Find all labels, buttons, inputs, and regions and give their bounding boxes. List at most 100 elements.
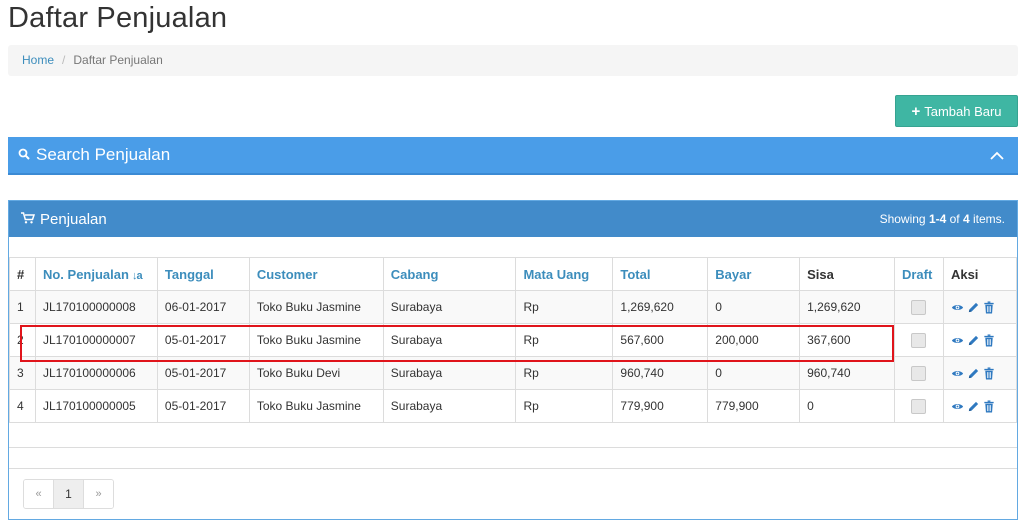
cell-total: 960,740 (612, 356, 709, 390)
delete-trash-icon[interactable] (983, 300, 996, 314)
cell-num: 3 (9, 356, 36, 390)
cell-total: 1,269,620 (612, 290, 709, 324)
cell-aksi (942, 323, 1018, 357)
cell-tanggal: 06-01-2017 (156, 290, 250, 324)
add-new-button[interactable]: + Tambah Baru (895, 95, 1018, 127)
draft-checkbox[interactable] (911, 398, 927, 414)
cell-draft (893, 356, 944, 390)
cell-cabang: Surabaya (382, 389, 517, 423)
pagination: « 1 » (23, 479, 114, 509)
draft-checkbox[interactable] (911, 299, 927, 315)
cell-mata-uang: Rp (515, 356, 614, 390)
cell-aksi (942, 290, 1018, 324)
sales-panel: Penjualan Showing 1-4 of 4 items. # No. … (8, 200, 1018, 520)
view-eye-icon[interactable] (951, 400, 964, 413)
edit-pencil-icon[interactable] (967, 334, 980, 347)
cell-bayar: 0 (707, 356, 801, 390)
add-new-label: Tambah Baru (924, 103, 1002, 119)
edit-pencil-icon[interactable] (967, 367, 980, 380)
sales-panel-title: Penjualan (40, 210, 107, 228)
cell-draft (893, 290, 944, 324)
delete-trash-icon[interactable] (983, 333, 996, 347)
cell-bayar: 200,000 (707, 323, 801, 357)
cell-mata-uang: Rp (515, 323, 614, 357)
header-total[interactable]: Total (612, 257, 709, 291)
breadcrumb-current: Daftar Penjualan (73, 53, 163, 67)
cell-sisa: 1,269,620 (799, 290, 895, 324)
page-title: Daftar Penjualan (8, 2, 228, 34)
cell-no: JL170100000008 (34, 290, 158, 324)
cell-tanggal: 05-01-2017 (156, 389, 250, 423)
table-row: 2 JL170100000007 05-01-2017 Toko Buku Jasmi… (9, 323, 1018, 357)
pagination-prev[interactable]: « (24, 480, 54, 508)
view-eye-icon[interactable] (951, 334, 964, 347)
cell-total: 567,600 (612, 323, 709, 357)
header-mata-uang[interactable]: Mata Uang (515, 257, 614, 291)
cell-no: JL170100000006 (34, 356, 158, 390)
header-tanggal[interactable]: Tanggal (156, 257, 250, 291)
cell-tanggal: 05-01-2017 (156, 323, 250, 357)
pagination-page-current[interactable]: 1 (54, 480, 84, 508)
shopping-cart-icon (21, 211, 36, 227)
items-summary: Showing 1-4 of 4 items. (879, 212, 1005, 226)
cell-sisa: 960,740 (799, 356, 895, 390)
sales-panel-header: Penjualan Showing 1-4 of 4 items. (9, 201, 1017, 237)
cell-tanggal: 05-01-2017 (156, 356, 250, 390)
search-panel-header[interactable]: Search Penjualan (8, 137, 1018, 175)
cell-bayar: 779,900 (707, 389, 801, 423)
cell-customer: Toko Buku Jasmine (248, 389, 384, 423)
view-eye-icon[interactable] (951, 301, 964, 314)
delete-trash-icon[interactable] (983, 399, 996, 413)
header-number: # (9, 257, 36, 291)
cell-aksi (942, 356, 1018, 390)
cell-num: 4 (9, 389, 36, 423)
cell-no: JL170100000005 (34, 389, 158, 423)
pagination-next[interactable]: » (84, 480, 113, 508)
view-eye-icon[interactable] (951, 367, 964, 380)
cell-mata-uang: Rp (515, 290, 614, 324)
header-sisa: Sisa (799, 257, 895, 291)
cell-customer: Toko Buku Devi (248, 356, 384, 390)
cell-aksi (942, 389, 1018, 423)
search-panel-title: Search Penjualan (36, 145, 171, 164)
breadcrumb-separator: / (62, 53, 66, 67)
cell-cabang: Surabaya (382, 290, 517, 324)
plus-icon: + (911, 102, 921, 120)
cell-num: 1 (9, 290, 36, 324)
header-bayar[interactable]: Bayar (707, 257, 801, 291)
table-header-row: # No. Penjualan ↓a Tanggal Customer Caban… (9, 257, 1018, 291)
chevron-up-icon[interactable] (990, 147, 1004, 163)
sort-ascending-icon: ↓a (131, 269, 143, 282)
cell-cabang: Surabaya (382, 356, 517, 390)
cell-draft (893, 389, 944, 423)
search-icon (18, 145, 30, 165)
edit-pencil-icon[interactable] (967, 301, 980, 314)
cell-cabang: Surabaya (382, 323, 517, 357)
table-footer-divider (9, 447, 1017, 469)
cell-mata-uang: Rp (515, 389, 614, 423)
cell-customer: Toko Buku Jasmine (248, 290, 384, 324)
draft-checkbox[interactable] (911, 332, 927, 348)
sales-table: # No. Penjualan ↓a Tanggal Customer Caban… (9, 257, 1018, 423)
breadcrumb: Home / Daftar Penjualan (8, 45, 1018, 76)
draft-checkbox[interactable] (911, 365, 927, 381)
cell-num: 2 (9, 323, 36, 357)
header-aksi: Aksi (942, 257, 1018, 291)
header-cabang[interactable]: Cabang (382, 257, 517, 291)
cell-bayar: 0 (707, 290, 801, 324)
cell-draft (893, 323, 944, 357)
delete-trash-icon[interactable] (983, 366, 996, 380)
cell-sisa: 367,600 (799, 323, 895, 357)
cell-sisa: 0 (799, 389, 895, 423)
breadcrumb-home-link[interactable]: Home (22, 53, 54, 67)
header-customer[interactable]: Customer (248, 257, 384, 291)
table-row: 3 JL170100000006 05-01-2017 Toko Buku Devi S… (9, 356, 1018, 390)
cell-customer: Toko Buku Jasmine (248, 323, 384, 357)
table-row: 1 JL170100000008 06-01-2017 Toko Buku Jasmi… (9, 290, 1018, 324)
cell-no: JL170100000007 (34, 323, 158, 357)
header-no-penjualan[interactable]: No. Penjualan ↓a (34, 257, 158, 291)
edit-pencil-icon[interactable] (967, 400, 980, 413)
table-row: 4 JL170100000005 05-01-2017 Toko Buku Jasmi… (9, 389, 1018, 423)
cell-total: 779,900 (612, 389, 709, 423)
header-draft[interactable]: Draft (893, 257, 944, 291)
